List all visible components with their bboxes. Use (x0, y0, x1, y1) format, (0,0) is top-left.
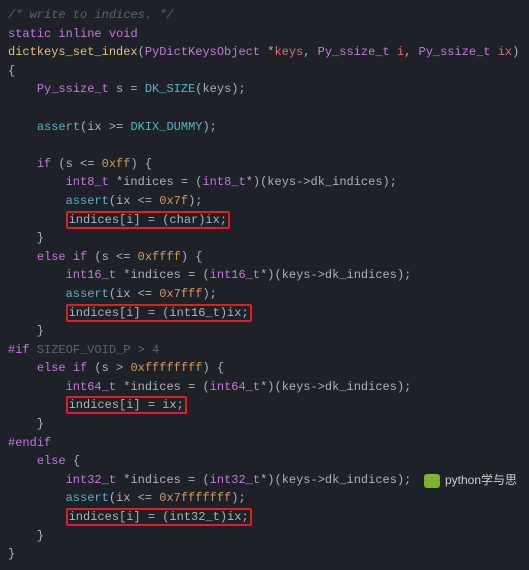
highlighted-line-3: indices[i] = ix; (66, 396, 187, 414)
highlighted-line-2: indices[i] = (int16_t)ix; (66, 304, 252, 322)
function-name: dictkeys_set_index (8, 45, 138, 59)
preprocessor-endif: #endif (8, 436, 51, 450)
highlighted-line-1: indices[i] = (char)ix; (66, 211, 230, 229)
watermark: python学与思 (424, 471, 517, 490)
preprocessor-if: #if SIZEOF_VOID_P > 4 (8, 343, 159, 357)
comment: /* write to indices. */ (8, 8, 174, 22)
highlighted-line-4: indices[i] = (int32_t)ix; (66, 508, 252, 526)
wechat-icon (424, 474, 440, 488)
watermark-text: python学与思 (445, 471, 517, 490)
